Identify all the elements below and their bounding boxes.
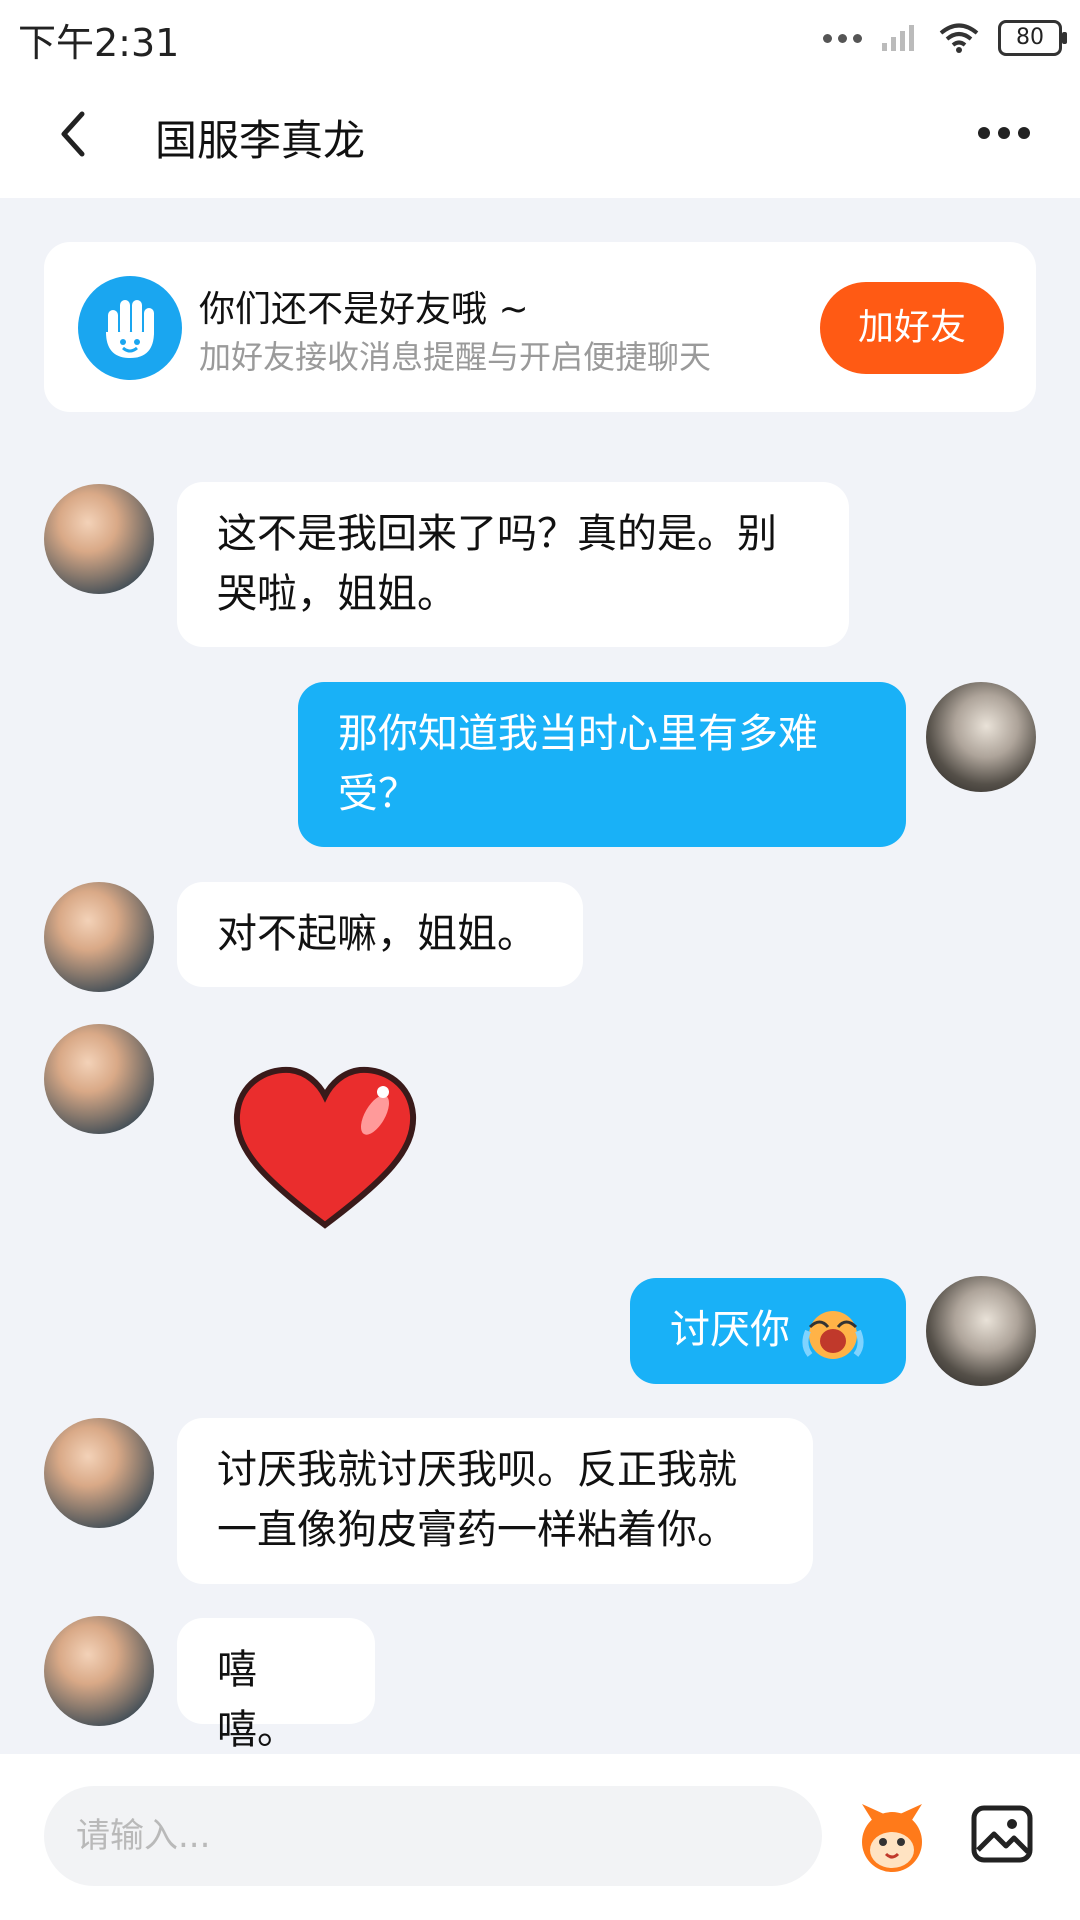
input-bar	[0, 1754, 1080, 1920]
hand-icon	[78, 276, 182, 380]
status-icons: 80	[823, 18, 1067, 58]
chat-header: 国服李真龙	[0, 72, 1080, 198]
wifi-icon	[939, 23, 979, 53]
contact-avatar[interactable]	[44, 1418, 154, 1528]
message-bubble-incoming: 对不起嘛，姐姐。	[177, 882, 583, 987]
chevron-left-icon[interactable]	[50, 104, 100, 164]
heart-sticker	[233, 1066, 417, 1229]
contact-avatar[interactable]	[44, 882, 154, 992]
message-bubble-outgoing: 那你知道我当时心里有多难受？	[298, 682, 906, 847]
crying-emoji-icon	[802, 1311, 864, 1359]
friend-card-title: 你们还不是好友哦 ~	[199, 289, 529, 330]
status-time: 下午2:31	[18, 21, 180, 65]
signal-icon	[882, 25, 914, 51]
contact-avatar[interactable]	[44, 1024, 154, 1134]
friend-card-subtitle: 加好友接收消息提醒与开启便捷聊天	[199, 338, 712, 376]
chat-title: 国服李真龙	[155, 116, 366, 165]
self-avatar[interactable]	[926, 682, 1036, 792]
message-bubble-incoming: 这不是我回来了吗？真的是。别哭啦，姐姐。	[177, 482, 849, 647]
contact-avatar[interactable]	[44, 1616, 154, 1726]
more-horizontal-icon[interactable]	[978, 127, 1030, 139]
status-bar: 下午2:31 80	[0, 0, 1080, 72]
message-input[interactable]	[44, 1786, 822, 1886]
self-avatar[interactable]	[926, 1276, 1036, 1386]
message-text: 讨厌你	[670, 1307, 790, 1353]
add-friend-button[interactable]: 加好友	[820, 282, 1004, 374]
message-bubble-incoming: 嘻嘻。	[177, 1618, 375, 1753]
image-icon[interactable]	[970, 1802, 1034, 1866]
emoji-face-icon[interactable]	[852, 1798, 932, 1878]
contact-avatar[interactable]	[44, 484, 154, 594]
add-friend-card: 你们还不是好友哦 ~ 加好友接收消息提醒与开启便捷聊天 加好友	[44, 242, 1036, 412]
message-bubble-incoming: 讨厌我就讨厌我呗。反正我就一直像狗皮膏药一样粘着你。	[177, 1418, 813, 1584]
notification-dots-icon	[823, 33, 862, 43]
battery-indicator: 80	[998, 20, 1067, 56]
